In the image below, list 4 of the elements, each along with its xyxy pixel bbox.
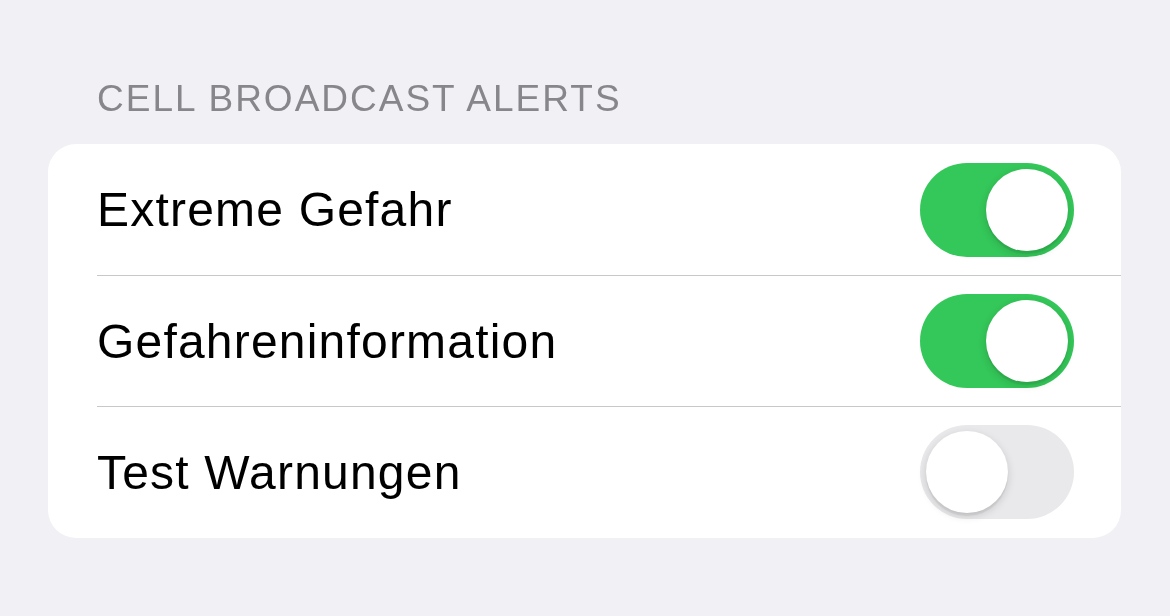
setting-label: Gefahreninformation xyxy=(97,313,558,369)
setting-label: Extreme Gefahr xyxy=(97,182,453,237)
setting-label: Test Warnungen xyxy=(97,444,462,500)
section-header: CELL BROADCAST ALERTS xyxy=(97,78,622,120)
